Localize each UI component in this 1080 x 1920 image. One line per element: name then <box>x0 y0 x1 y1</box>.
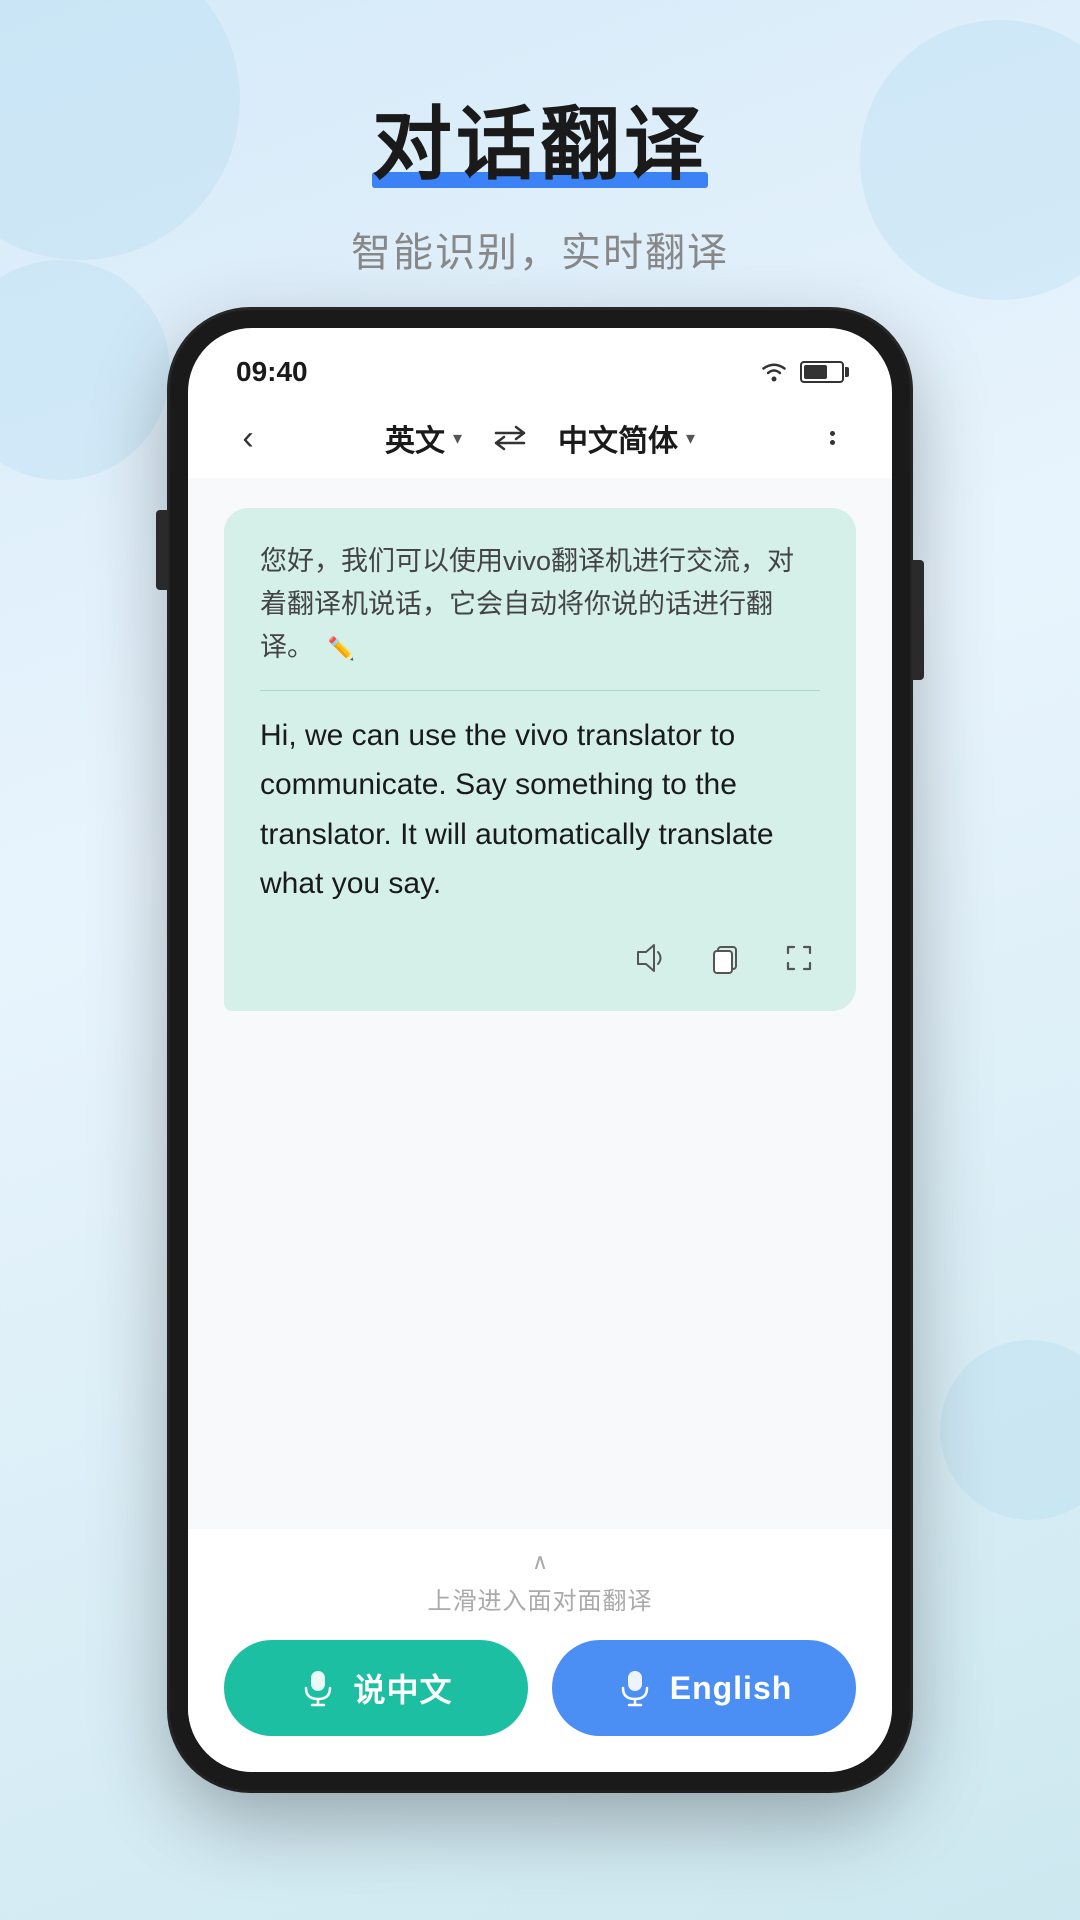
deco-circle-mid-left <box>0 260 170 480</box>
translated-text: Hi, we can use the vivo translator to co… <box>260 711 820 909</box>
bubble-actions <box>260 937 820 979</box>
source-lang-text: 英文 <box>385 416 445 460</box>
source-lang-selector[interactable]: 英文 ▾ <box>385 416 462 460</box>
swap-icon <box>490 423 530 453</box>
edit-icon[interactable]: ✏️ <box>328 636 355 661</box>
phone-mockup: 09:40 ‹ <box>170 310 910 1790</box>
more-dot-1 <box>830 431 835 436</box>
back-button[interactable]: ‹ <box>224 414 272 462</box>
back-arrow-icon: ‹ <box>242 419 253 458</box>
expand-icon <box>780 939 818 977</box>
language-selector: 英文 ▾ 中文简体 ▾ <box>272 416 808 460</box>
chat-area: 您好，我们可以使用vivo翻译机进行交流，对着翻译机说话，它会自动将你说的话进行… <box>188 478 892 1529</box>
sub-title: 智能识别，实时翻译 <box>0 220 1080 278</box>
more-options-button[interactable] <box>808 414 856 462</box>
speak-english-button[interactable]: English <box>552 1640 856 1736</box>
target-lang-selector[interactable]: 中文简体 ▾ <box>558 416 695 460</box>
original-text: 您好，我们可以使用vivo翻译机进行交流，对着翻译机说话，它会自动将你说的话进行… <box>260 540 820 691</box>
chevron-up-icon: ∧ <box>532 1549 548 1575</box>
mic-english-icon <box>616 1669 654 1707</box>
deco-circle-bot-right <box>940 1340 1080 1520</box>
status-bar: 09:40 <box>188 328 892 398</box>
main-title: 对话翻译 <box>372 80 708 196</box>
bottom-area: ∧ 上滑进入面对面翻译 说中文 <box>188 1529 892 1772</box>
copy-button[interactable] <box>704 937 746 979</box>
btn-chinese-label: 说中文 <box>353 1665 452 1711</box>
microphone-icon-en <box>619 1669 651 1707</box>
battery-icon <box>800 361 844 383</box>
mic-chinese-icon <box>299 1669 337 1707</box>
phone-screen: 09:40 ‹ <box>188 328 892 1772</box>
top-nav: ‹ 英文 ▾ 中文简体 ▾ <box>188 398 892 478</box>
microphone-icon <box>302 1669 334 1707</box>
more-dot-2 <box>830 440 835 445</box>
target-lang-text: 中文简体 <box>558 416 678 460</box>
message-bubble: 您好，我们可以使用vivo翻译机进行交流，对着翻译机说话，它会自动将你说的话进行… <box>224 508 856 1011</box>
copy-icon <box>706 939 744 977</box>
status-icons <box>758 360 844 384</box>
top-section: 对话翻译 智能识别，实时翻译 <box>0 80 1080 278</box>
hint-text: 上滑进入面对面翻译 <box>428 1581 653 1616</box>
speak-chinese-button[interactable]: 说中文 <box>224 1640 528 1736</box>
swap-languages-button[interactable] <box>486 420 534 456</box>
wifi-icon <box>758 360 790 384</box>
expand-button[interactable] <box>778 937 820 979</box>
speaker-icon <box>632 939 670 977</box>
battery-fill <box>804 365 827 379</box>
slide-hint: ∧ 上滑进入面对面翻译 <box>224 1549 856 1616</box>
source-lang-chevron: ▾ <box>453 428 462 449</box>
btn-english-label: English <box>670 1670 793 1707</box>
phone-frame: 09:40 ‹ <box>170 310 910 1790</box>
speak-button[interactable] <box>630 937 672 979</box>
bottom-buttons: 说中文 English <box>224 1640 856 1736</box>
status-time: 09:40 <box>236 356 308 388</box>
target-lang-chevron: ▾ <box>686 428 695 449</box>
